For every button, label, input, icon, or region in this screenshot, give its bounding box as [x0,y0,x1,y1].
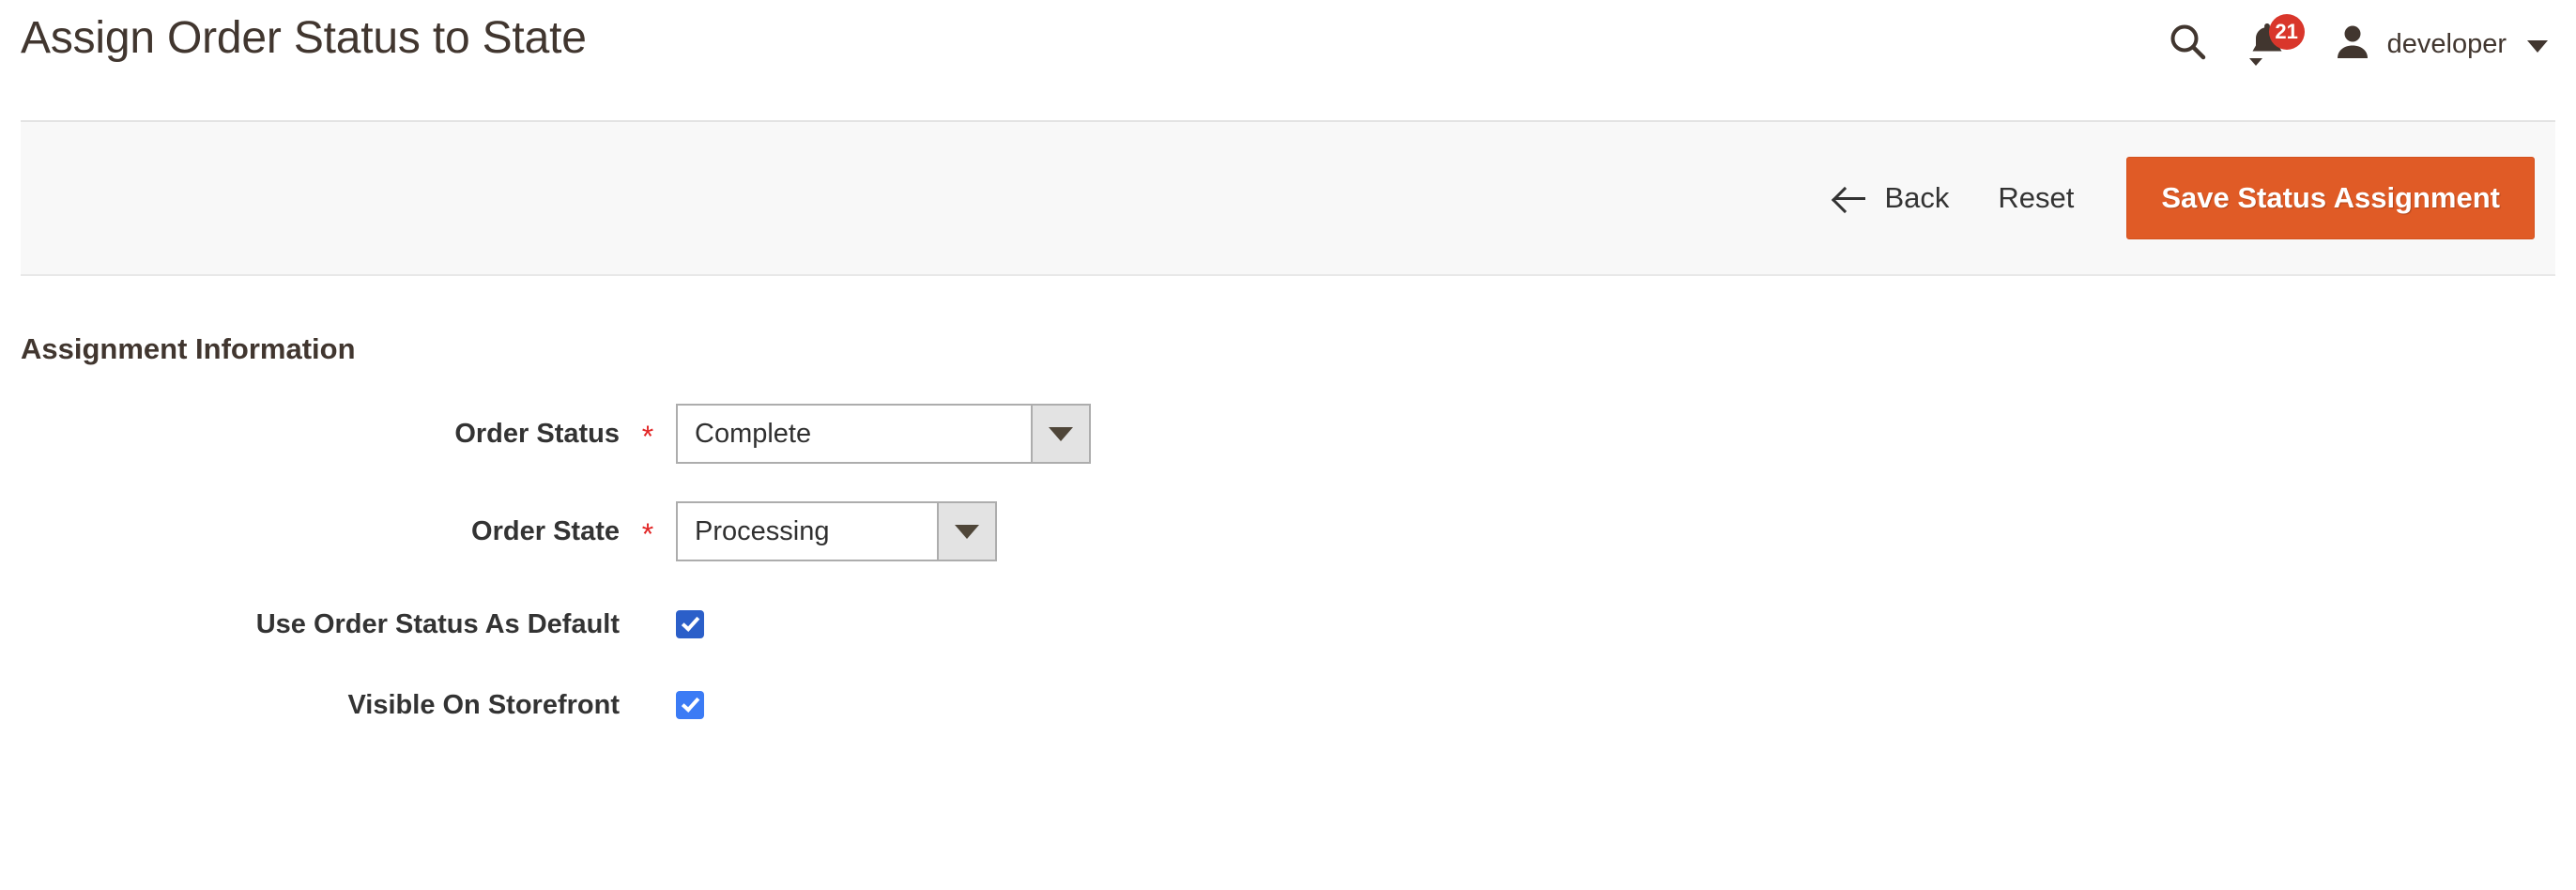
chevron-down-icon [2527,39,2548,53]
use-order-status-as-default-label: Use Order Status As Default [255,608,620,639]
back-button[interactable]: Back [1835,181,1949,215]
chevron-down-icon [955,524,979,539]
field-row-order-status: Order Status * Complete [0,404,2576,464]
user-name-label: developer [2386,28,2507,59]
header-actions: 21 developer [2154,14,2553,68]
order-state-dropdown-button[interactable] [937,503,995,560]
spacer: * [620,606,676,642]
field-row-visible-on-storefront: Visible On Storefront * [0,687,2576,723]
order-status-select[interactable]: Complete [676,404,1091,464]
search-button[interactable] [2154,21,2222,68]
order-state-select[interactable]: Processing [676,501,997,561]
chevron-down-icon [1049,426,1073,441]
order-state-required-marker: * [641,517,654,551]
notification-count-badge: 21 [2268,14,2305,50]
admin-page: Assign Order Status to State 21 develope… [0,0,2576,890]
check-icon [681,693,700,713]
save-status-assignment-button[interactable]: Save Status Assignment [2126,157,2535,239]
page-actions-bar: Back Reset Save Status Assignment [21,120,2555,276]
back-button-label: Back [1884,181,1950,214]
user-icon [2333,23,2372,67]
field-row-use-order-status-as-default: Use Order Status As Default * [0,606,2576,642]
spacer: * [620,687,676,723]
check-icon [681,612,700,632]
arrow-left-icon [1835,186,1867,210]
notifications-button[interactable]: 21 [2222,14,2312,68]
order-state-label: Order State [471,515,620,546]
order-status-selected-value: Complete [695,418,812,449]
order-status-required-marker: * [641,420,654,453]
bell-caret-icon [2248,58,2262,66]
user-menu[interactable]: developer [2312,23,2553,67]
page-title: Assign Order Status to State [21,13,587,63]
reset-button[interactable]: Reset [1988,176,2083,221]
use-order-status-as-default-checkbox[interactable] [676,610,704,638]
order-status-label: Order Status [454,418,620,449]
field-row-order-state: Order State * Processing [0,501,2576,561]
order-state-selected-value: Processing [695,515,830,546]
main-content: Assignment Information Order Status * Co… [0,276,2576,836]
section-title-assignment-information: Assignment Information [21,332,356,365]
order-status-dropdown-button[interactable] [1031,406,1089,462]
search-icon [2168,22,2209,68]
reset-button-label: Reset [1998,181,2075,214]
page-header: Assign Order Status to State 21 develope… [0,0,2576,120]
visible-on-storefront-checkbox[interactable] [676,691,704,719]
bottom-spacer [0,723,2576,836]
visible-on-storefront-label: Visible On Storefront [347,689,620,720]
